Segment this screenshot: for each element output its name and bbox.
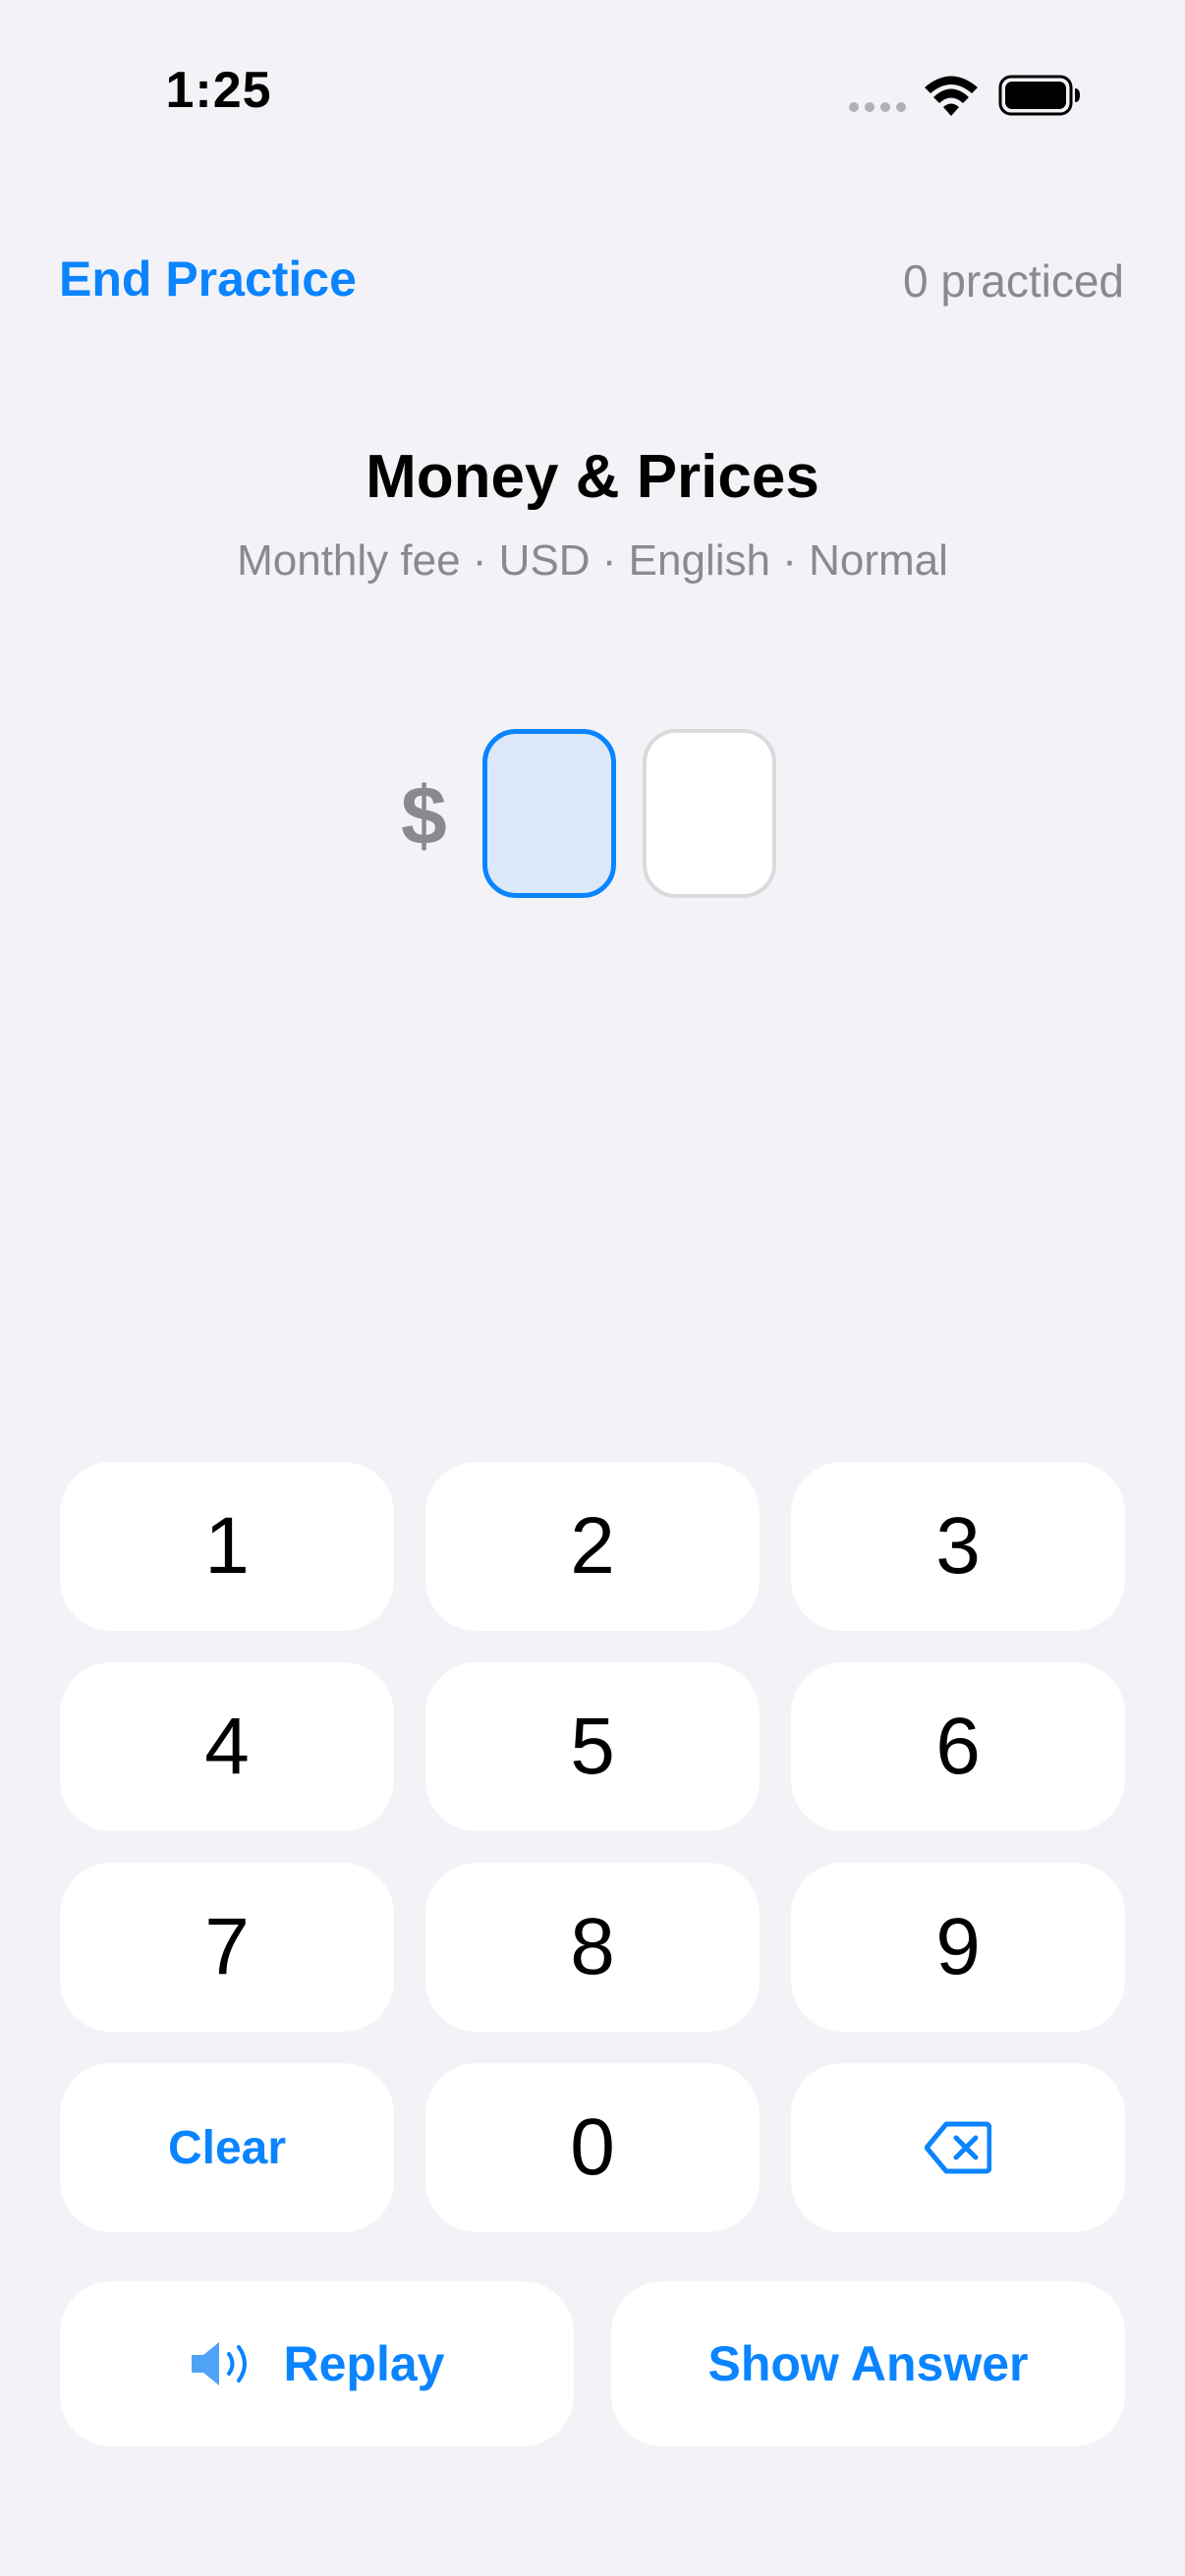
key-3[interactable]: 3 <box>791 1462 1125 1631</box>
wifi-icon <box>925 76 978 116</box>
key-4[interactable]: 4 <box>60 1662 394 1831</box>
cellular-signal-icon <box>849 102 906 112</box>
exercise-subtitle: Monthly fee · USD · English · Normal <box>237 536 948 585</box>
key-5[interactable]: 5 <box>425 1662 760 1831</box>
replay-button[interactable]: Replay <box>60 2281 574 2446</box>
end-practice-button[interactable]: End Practice <box>59 251 357 308</box>
show-answer-button[interactable]: Show Answer <box>611 2281 1125 2446</box>
nav-bar: End Practice 0 practiced <box>0 251 1185 319</box>
answer-input-row: $ <box>0 729 1185 906</box>
key-2[interactable]: 2 <box>425 1462 760 1631</box>
key-1[interactable]: 1 <box>60 1462 394 1631</box>
key-6[interactable]: 6 <box>791 1662 1125 1831</box>
key-8[interactable]: 8 <box>425 1863 760 2032</box>
backspace-button[interactable] <box>791 2063 1125 2232</box>
status-time: 1:25 <box>165 62 272 119</box>
clear-button[interactable]: Clear <box>60 2063 394 2232</box>
digit-box-empty[interactable] <box>643 729 776 898</box>
key-0[interactable]: 0 <box>425 2063 760 2232</box>
key-7[interactable]: 7 <box>60 1863 394 2032</box>
practiced-count: 0 practiced <box>902 255 1124 307</box>
digit-box-active[interactable] <box>482 729 616 898</box>
delete-left-icon <box>925 2121 991 2174</box>
currency-symbol: $ <box>401 769 447 862</box>
key-9[interactable]: 9 <box>791 1863 1125 2032</box>
exercise-title: Money & Prices <box>366 443 819 511</box>
speaker-icon <box>191 2342 247 2385</box>
status-bar: 1:25 <box>0 0 1185 147</box>
replay-label: Replay <box>283 2336 445 2391</box>
battery-icon <box>998 75 1080 116</box>
